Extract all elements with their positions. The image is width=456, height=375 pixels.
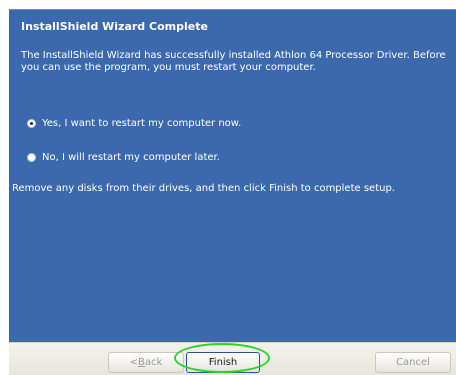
finish-button[interactable]: Finish — [186, 352, 260, 373]
restart-now-label[interactable]: Yes, I want to restart my computer now. — [42, 118, 241, 129]
back-button[interactable]: < Back — [108, 352, 184, 373]
restart-now-option[interactable]: Yes, I want to restart my computer now. — [27, 116, 241, 130]
restart-now-radio[interactable] — [27, 118, 36, 128]
wizard-panel: InstallShield Wizard Complete The Instal… — [9, 9, 456, 343]
restart-later-radio[interactable] — [27, 152, 36, 162]
back-button-label: ack — [144, 357, 163, 368]
restart-later-label[interactable]: No, I will restart my computer later. — [42, 152, 220, 163]
finish-button-label: Finish — [208, 357, 238, 368]
cancel-button[interactable]: Cancel — [375, 352, 451, 373]
completion-message: The InstallShield Wizard has successfull… — [21, 50, 446, 73]
back-button-accelerator: B — [138, 357, 145, 368]
remove-disks-note: Remove any disks from their drives, and … — [12, 183, 395, 194]
restart-later-option[interactable]: No, I will restart my computer later. — [27, 150, 220, 164]
back-button-prefix: < — [129, 357, 139, 368]
cancel-button-label: Cancel — [396, 357, 430, 368]
wizard-title: InstallShield Wizard Complete — [21, 20, 208, 33]
